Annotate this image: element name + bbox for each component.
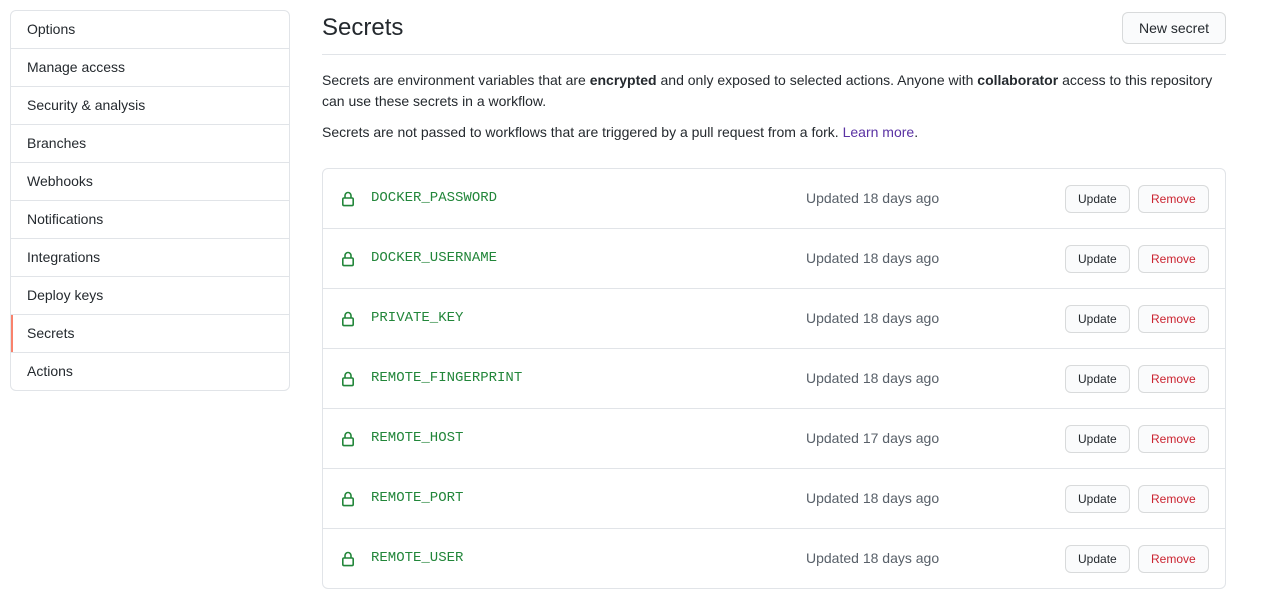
lock-icon: [341, 251, 354, 267]
sidebar-item-actions[interactable]: Actions: [11, 353, 289, 390]
secret-name: REMOTE_FINGERPRINT: [371, 370, 523, 386]
learn-more-link[interactable]: Learn more: [843, 124, 915, 140]
update-secret-button[interactable]: Update: [1065, 365, 1130, 393]
lock-icon: [341, 431, 354, 447]
update-secret-button[interactable]: Update: [1065, 305, 1130, 333]
secrets-main: Secrets New secret Secrets are environme…: [322, 0, 1226, 589]
secrets-list: DOCKER_PASSWORD Updated 18 days ago Upda…: [322, 168, 1226, 589]
secret-name: DOCKER_USERNAME: [371, 250, 498, 266]
sidebar-item-integrations[interactable]: Integrations: [11, 239, 289, 277]
description-text: and only exposed to selected actions. An…: [656, 72, 978, 88]
secret-updated: Updated 17 days ago: [806, 430, 940, 446]
secret-name: PRIVATE_KEY: [371, 310, 464, 326]
update-secret-button[interactable]: Update: [1065, 245, 1130, 273]
lock-icon: [341, 491, 354, 507]
secret-row: REMOTE_FINGERPRINT Updated 18 days ago U…: [323, 349, 1225, 409]
remove-secret-button[interactable]: Remove: [1138, 185, 1209, 213]
description-text: Secrets are environment variables that a…: [322, 72, 590, 88]
update-secret-button[interactable]: Update: [1065, 545, 1130, 573]
secret-row: PRIVATE_KEY Updated 18 days ago Update R…: [323, 289, 1225, 349]
remove-secret-button[interactable]: Remove: [1138, 545, 1209, 573]
new-secret-button[interactable]: New secret: [1121, 12, 1226, 44]
update-secret-button[interactable]: Update: [1065, 485, 1130, 513]
lock-icon: [341, 371, 354, 387]
sidebar-item-deploy-keys[interactable]: Deploy keys: [11, 277, 289, 315]
sidebar-item-options[interactable]: Options: [11, 11, 289, 49]
remove-secret-button[interactable]: Remove: [1138, 305, 1209, 333]
secret-name: REMOTE_PORT: [371, 490, 464, 506]
secret-updated: Updated 18 days ago: [806, 310, 940, 326]
page-header: Secrets New secret: [322, 0, 1226, 55]
secret-name: DOCKER_PASSWORD: [371, 190, 498, 206]
lock-icon: [341, 191, 354, 207]
remove-secret-button[interactable]: Remove: [1138, 245, 1209, 273]
remove-secret-button[interactable]: Remove: [1138, 365, 1209, 393]
update-secret-button[interactable]: Update: [1065, 185, 1130, 213]
secret-name: REMOTE_HOST: [371, 430, 464, 446]
secret-updated: Updated 18 days ago: [806, 490, 940, 506]
secret-row: DOCKER_USERNAME Updated 18 days ago Upda…: [323, 229, 1225, 289]
secret-updated: Updated 18 days ago: [806, 250, 940, 266]
secrets-description: Secrets are environment variables that a…: [322, 70, 1226, 112]
secret-name: REMOTE_USER: [371, 550, 464, 566]
lock-icon: [341, 551, 354, 567]
sidebar-item-manage-access[interactable]: Manage access: [11, 49, 289, 87]
sidebar-item-notifications[interactable]: Notifications: [11, 201, 289, 239]
secret-updated: Updated 18 days ago: [806, 370, 940, 386]
secret-row: REMOTE_PORT Updated 18 days ago Update R…: [323, 469, 1225, 529]
sidebar-item-branches[interactable]: Branches: [11, 125, 289, 163]
description-bold-collaborator: collaborator: [977, 72, 1059, 88]
secret-row: REMOTE_HOST Updated 17 days ago Update R…: [323, 409, 1225, 469]
secret-row: REMOTE_USER Updated 18 days ago Update R…: [323, 529, 1225, 588]
fork-notice: Secrets are not passed to workflows that…: [322, 122, 1226, 143]
sidebar-item-security-analysis[interactable]: Security & analysis: [11, 87, 289, 125]
secret-updated: Updated 18 days ago: [806, 550, 940, 566]
fork-notice-end: .: [914, 124, 919, 140]
sidebar-item-webhooks[interactable]: Webhooks: [11, 163, 289, 201]
secret-row: DOCKER_PASSWORD Updated 18 days ago Upda…: [323, 169, 1225, 229]
fork-notice-text: Secrets are not passed to workflows that…: [322, 124, 843, 140]
remove-secret-button[interactable]: Remove: [1138, 485, 1209, 513]
sidebar-item-secrets[interactable]: Secrets: [11, 315, 289, 353]
lock-icon: [341, 311, 354, 327]
secret-updated: Updated 18 days ago: [806, 190, 940, 206]
settings-sidebar: Options Manage access Security & analysi…: [10, 10, 290, 391]
remove-secret-button[interactable]: Remove: [1138, 425, 1209, 453]
update-secret-button[interactable]: Update: [1065, 425, 1130, 453]
page-title: Secrets: [322, 14, 404, 41]
description-bold-encrypted: encrypted: [589, 72, 657, 88]
